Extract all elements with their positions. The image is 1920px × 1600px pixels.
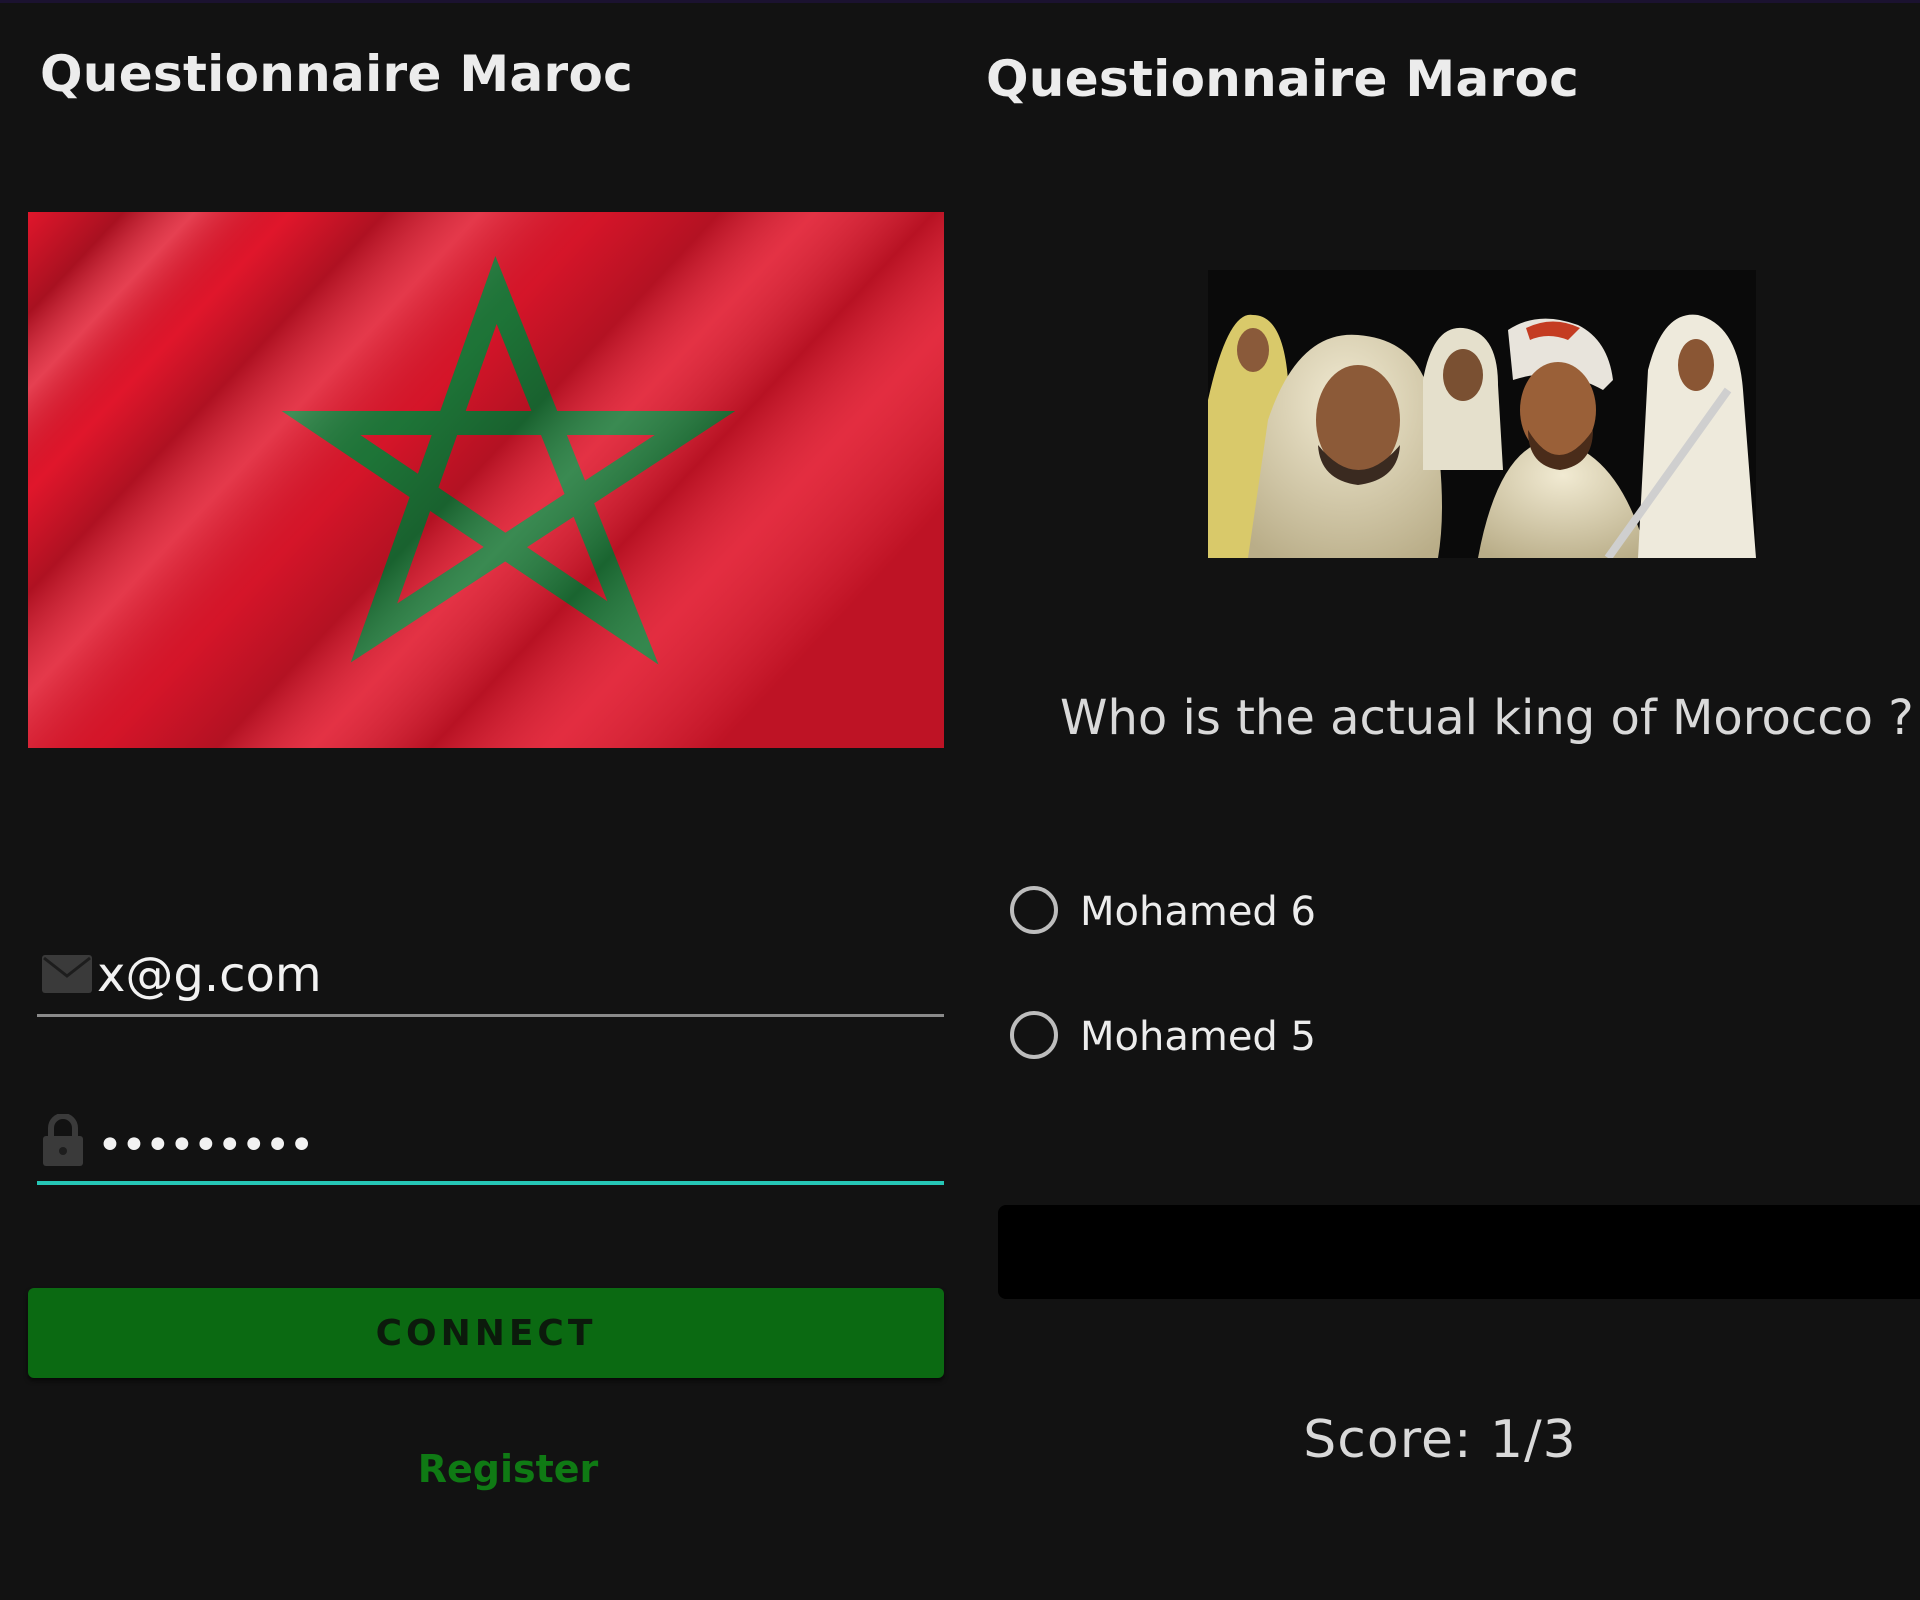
password-field[interactable] <box>37 1108 944 1185</box>
submit-button[interactable] <box>998 1205 1920 1299</box>
score-text: Score: 1/3 <box>1303 1410 1577 1470</box>
radio-button[interactable] <box>1010 886 1058 934</box>
quiz-screen: Questionnaire Maroc Who is the actual ki… <box>960 0 1920 1600</box>
morocco-flag-image <box>28 212 944 748</box>
app-title: Questionnaire Maroc <box>40 45 634 103</box>
envelope-icon <box>41 954 93 999</box>
app-title: Questionnaire Maroc <box>986 50 1580 108</box>
password-input[interactable] <box>97 1110 917 1180</box>
lock-icon <box>41 1113 85 1171</box>
historical-figures-image <box>1208 270 1756 558</box>
question-text: Who is the actual king of Morocco ? <box>1060 690 1914 746</box>
login-screen: Questionnaire Maroc x@g.com ••••••••• CO… <box>0 0 960 1600</box>
answer-option-label: Mohamed 6 <box>1080 889 1316 935</box>
connect-button[interactable]: CONNECT <box>28 1288 944 1378</box>
email-input[interactable] <box>97 940 917 1010</box>
register-link[interactable]: Register <box>28 1447 988 1491</box>
answer-option-label: Mohamed 5 <box>1080 1014 1316 1060</box>
email-field[interactable] <box>37 940 944 1017</box>
radio-button[interactable] <box>1010 1011 1058 1059</box>
